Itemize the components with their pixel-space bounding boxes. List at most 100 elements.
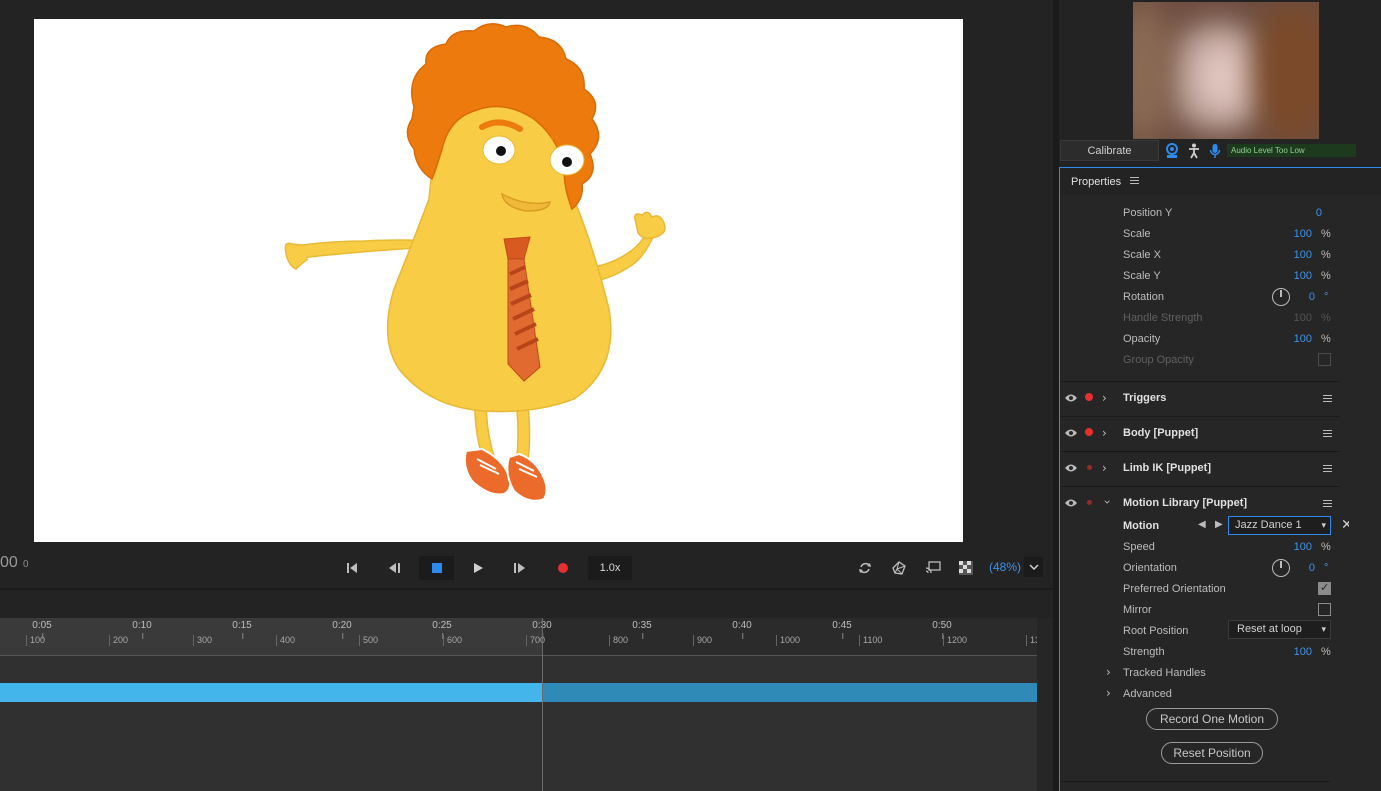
microphone-icon [1209,143,1221,158]
take-track-future [542,683,1037,702]
next-motion-button[interactable]: ▶ [1215,520,1225,530]
play-button[interactable] [466,557,490,579]
microphone-toggle[interactable] [1207,142,1223,159]
scene-panel [0,0,1053,588]
root-position-dropdown[interactable]: Reset at loop ▾ [1228,620,1331,639]
prop-position-y: Position Y 0 [1060,203,1350,224]
preferred-orientation-checkbox[interactable] [1318,581,1331,595]
previous-frame-button[interactable] [383,557,407,579]
body-tracking-toggle[interactable] [1186,142,1202,159]
eye-icon[interactable] [1064,463,1078,473]
timeline-scrollbar[interactable] [1037,618,1053,791]
time-tick: 0:25 [432,620,452,639]
step-forward-icon [514,563,525,573]
prop-value[interactable]: 100 [1294,541,1312,553]
calibrate-button[interactable]: Calibrate [1060,140,1159,161]
scene-canvas[interactable] [34,19,963,542]
section-menu-button[interactable] [1323,429,1332,434]
mirror-checkbox[interactable] [1318,603,1331,616]
stop-button[interactable] [419,556,454,580]
chevron-right-icon[interactable]: › [1102,391,1107,405]
prop-label: Motion [1123,520,1160,532]
prop-opacity: Opacity 100 % [1060,329,1350,350]
section-triggers[interactable]: › Triggers [1060,381,1340,415]
take-track-bar[interactable] [0,683,1037,702]
chevron-down-icon: ▾ [1321,520,1326,530]
section-menu-button[interactable] [1323,394,1332,399]
chevron-down-icon: ▾ [1321,624,1326,634]
play-icon [474,563,483,573]
prop-rotation: Rotation 0 ° [1060,287,1350,308]
prop-label: Advanced [1123,688,1172,700]
time-tick: 0:35 [632,620,652,639]
camera-controls: Calibrate Audio Level Too Low [1059,140,1381,162]
section-body[interactable]: › Body [Puppet] [1060,416,1340,450]
transparency-toggle-button[interactable] [954,557,978,579]
section-motion-library[interactable]: › Motion Library [Puppet] [1060,486,1340,520]
record-button[interactable] [551,557,575,579]
zoom-dropdown[interactable] [1024,557,1043,577]
record-one-motion-button[interactable]: Record One Motion [1146,708,1278,730]
record-arm-icon[interactable] [1087,465,1092,470]
section-menu-button[interactable] [1323,499,1332,504]
hamburger-icon [1323,433,1332,434]
eye-icon[interactable] [1064,498,1078,508]
section-menu-button[interactable] [1323,464,1332,469]
hamburger-icon [1323,468,1332,469]
prop-value[interactable]: 100 [1294,249,1312,261]
playhead[interactable] [542,618,543,791]
time-tick: 0:50 [932,620,952,639]
prop-preferred-orientation: Preferred Orientation [1060,579,1350,600]
record-arm-icon[interactable] [1087,500,1092,505]
eye-icon[interactable] [1064,428,1078,438]
eye-icon[interactable] [1064,393,1078,403]
section-title: Body [Puppet] [1123,427,1199,439]
prop-value[interactable]: 0 [1309,562,1315,574]
motion-dropdown-value: Jazz Dance 1 [1235,519,1302,531]
prop-value[interactable]: 100 [1294,646,1312,658]
body-icon [1189,143,1199,158]
puppet-character[interactable] [34,19,963,542]
loop-button[interactable] [853,557,877,579]
chevron-right-icon[interactable]: › [1106,665,1111,679]
prop-scale-y: Scale Y 100 % [1060,266,1350,287]
prop-value[interactable]: 0 [1309,291,1315,303]
reset-position-button[interactable]: Reset Position [1161,742,1263,764]
playback-speed-button[interactable]: 1.0x [588,556,632,580]
group-opacity-checkbox [1318,353,1331,366]
orientation-dial-icon[interactable] [1272,559,1290,577]
rotation-dial-icon[interactable] [1272,288,1290,306]
prop-advanced[interactable]: › Advanced [1060,684,1350,705]
chevron-right-icon[interactable]: › [1102,461,1107,475]
render-mode-button[interactable] [887,557,911,579]
frame-counter[interactable]: 00 [0,554,18,572]
previous-motion-button[interactable]: ◀ [1198,520,1208,530]
record-arm-icon[interactable] [1085,393,1093,401]
skip-start-icon [347,563,357,573]
prop-value[interactable]: 0 [1316,207,1322,219]
properties-panel: Properties Position Y 0 Scale 100 % Scal… [1059,167,1381,791]
properties-scrollbar[interactable] [1349,195,1361,791]
section-title: Triggers [1123,392,1167,404]
record-arm-icon[interactable] [1085,428,1093,436]
time-ruler[interactable]: 100 200 300 400 500 600 700 800 900 1000… [0,618,1040,655]
next-frame-button[interactable] [508,557,532,579]
motion-dropdown[interactable]: Jazz Dance 1 ▾ [1228,516,1331,535]
checkerboard-icon [959,561,973,575]
time-tick: 0:05 [32,620,52,639]
webcam-toggle[interactable] [1164,142,1180,159]
prop-tracked-handles[interactable]: › Tracked Handles [1060,663,1350,684]
prop-value[interactable]: 100 [1294,228,1312,240]
prop-value[interactable]: 100 [1294,270,1312,282]
prop-value[interactable]: 100 [1294,333,1312,345]
section-limb-ik[interactable]: › Limb IK [Puppet] [1060,451,1340,485]
stream-output-button[interactable] [921,557,945,579]
properties-menu-button[interactable] [1130,176,1140,181]
chevron-right-icon[interactable]: › [1106,686,1111,700]
time-tick: 0:15 [232,620,252,639]
chevron-right-icon[interactable]: › [1102,426,1107,440]
zoom-level[interactable]: (48%) [989,560,1021,574]
go-to-start-button[interactable] [340,557,364,579]
prop-label: Scale X [1123,249,1161,261]
chevron-down-icon[interactable]: › [1100,500,1114,505]
